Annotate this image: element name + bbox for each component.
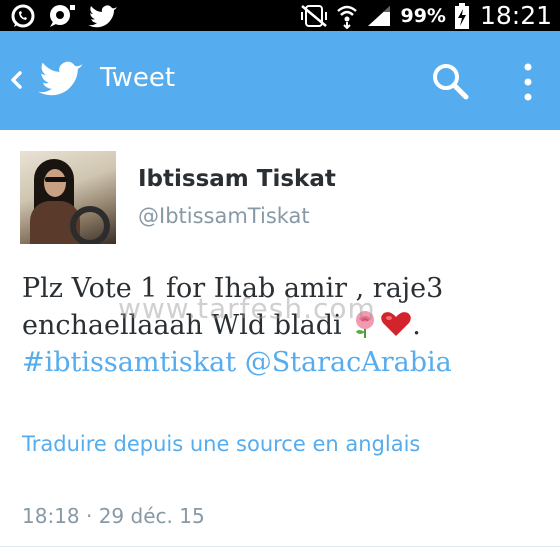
search-icon[interactable]: [430, 61, 470, 101]
signal-icon: [368, 5, 391, 26]
battery-percent: 99%: [400, 4, 446, 27]
chat-icon: [50, 4, 75, 27]
app-bar: Tweet: [0, 31, 560, 130]
author-handle[interactable]: @IbtissamTiskat: [138, 204, 310, 228]
twitter-icon: [88, 4, 117, 27]
page-title: Tweet: [100, 63, 176, 93]
wifi-icon: [337, 5, 358, 29]
more-options-icon[interactable]: [518, 60, 538, 104]
avatar-face: [44, 169, 66, 197]
silent-icon: [301, 4, 328, 27]
tweet-line-2-period: .: [412, 310, 421, 341]
status-bar: 99% 18:21: [0, 0, 560, 31]
hashtag-link[interactable]: #ibtissamtiskat: [22, 347, 236, 378]
avatar-sunglasses: [45, 177, 67, 182]
tweet-text: Plz Vote 1 for Ihab amir , raje3 enchael…: [22, 270, 542, 381]
battery-charging-icon: [454, 2, 469, 29]
tweet-line-3: #ibtissamtiskat @StaracArabia: [22, 344, 542, 381]
whatsapp-icon: [11, 4, 35, 27]
mention-link[interactable]: @StaracArabia: [245, 347, 452, 378]
avatar[interactable]: [20, 151, 116, 244]
avatar-steering-wheel: [70, 206, 110, 244]
status-bar-notifications: [10, 0, 118, 31]
watermark: www.tarfesh.com: [118, 292, 376, 325]
author-display-name[interactable]: Ibtissam Tiskat: [138, 166, 336, 192]
status-clock: 18:21: [479, 1, 552, 30]
twitter-bird-icon[interactable]: [38, 59, 84, 97]
back-chevron-icon[interactable]: [8, 67, 24, 93]
translate-link[interactable]: Traduire depuis une source en anglais: [22, 432, 420, 456]
divider: [0, 546, 560, 547]
status-bar-system: 99% 18:21: [300, 0, 552, 31]
tweet-timestamp: 18:18 · 29 déc. 15: [22, 504, 205, 528]
heart-emoji-icon: [381, 312, 412, 336]
